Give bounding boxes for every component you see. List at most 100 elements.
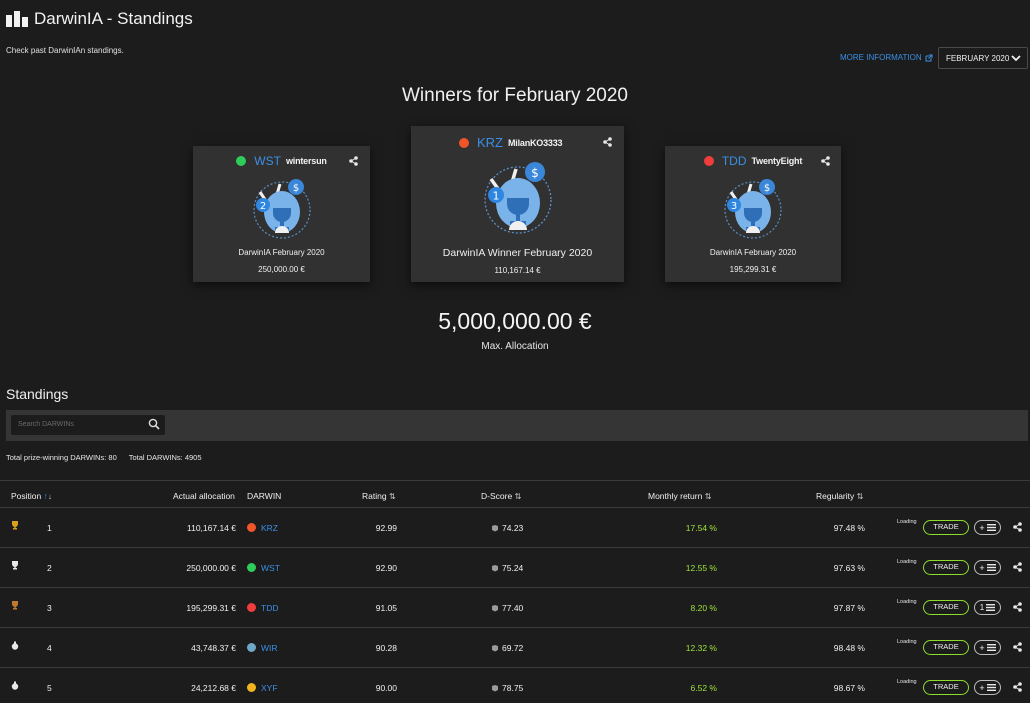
winner-card-1[interactable]: KRZ MilanKO3333 $ 1 DarwinIA Winner Febr… bbox=[411, 126, 624, 282]
search-input[interactable]: Search DARWINs bbox=[11, 415, 165, 435]
share-icon[interactable] bbox=[821, 156, 830, 166]
actual-allocation: 250,000.00 € bbox=[186, 563, 236, 573]
regularity: 97.63 % bbox=[833, 563, 865, 573]
trade-button[interactable]: TRADE bbox=[923, 600, 969, 615]
actual-allocation: 110,167.14 € bbox=[187, 523, 236, 533]
darwin[interactable]: WST bbox=[247, 563, 280, 573]
monthly-return: 8.20 % bbox=[690, 603, 717, 613]
share-icon[interactable] bbox=[349, 156, 358, 166]
position: 3 bbox=[47, 603, 52, 613]
share-icon[interactable] bbox=[603, 137, 612, 147]
search-toolbar: Search DARWINs bbox=[6, 410, 1028, 441]
col-regularity[interactable]: Regularity ⇅ bbox=[816, 491, 863, 501]
position: 5 bbox=[47, 683, 52, 693]
card-amount: 195,299.31 € bbox=[729, 265, 777, 274]
add-to-list-button[interactable]: 1 bbox=[974, 600, 1001, 615]
rating: 90.28 bbox=[375, 643, 397, 653]
rating: 90.00 bbox=[375, 683, 397, 693]
status-dot bbox=[459, 137, 469, 148]
svg-text:1: 1 bbox=[492, 190, 499, 203]
regularity: 98.67 % bbox=[833, 683, 865, 693]
share-icon[interactable] bbox=[1013, 642, 1022, 652]
winner-card-3[interactable]: TDD TwentyEight $ 3 DarwinIA February 20… bbox=[665, 146, 841, 282]
trade-button[interactable]: TRADE bbox=[923, 560, 969, 575]
dscore-icon bbox=[492, 685, 498, 692]
gold-trophy-icon bbox=[11, 521, 19, 532]
standings-title: Standings bbox=[6, 386, 69, 402]
total-darwins: Total DARWINs: 4905 bbox=[128, 453, 202, 462]
dscore: 77.40 bbox=[491, 603, 523, 613]
table-row: 2 250,000.00 € WST 92.90 75.24 12.55 % 9… bbox=[0, 548, 1030, 588]
status-dot bbox=[247, 603, 256, 612]
search-icon[interactable] bbox=[148, 418, 160, 430]
col-rating[interactable]: Rating ⇅ bbox=[362, 491, 396, 501]
share-icon[interactable] bbox=[1013, 682, 1022, 692]
actual-allocation: 43,748.37 € bbox=[191, 643, 236, 653]
col-monthly-return[interactable]: Monthly return ⇅ bbox=[648, 491, 711, 501]
month-select[interactable]: FEBRUARY 2020 bbox=[938, 47, 1028, 69]
status-dot bbox=[703, 156, 714, 166]
regularity: 98.48 % bbox=[833, 643, 865, 653]
table-row: 4 43,748.37 € WIR 90.28 69.72 12.32 % 98… bbox=[0, 628, 1030, 668]
status-dot bbox=[247, 523, 256, 532]
card-header: KRZ MilanKO3333 bbox=[411, 135, 624, 150]
monthly-return: 6.52 % bbox=[690, 683, 717, 693]
add-to-list-button[interactable]: + bbox=[974, 640, 1001, 655]
table-row: 3 195,299.31 € TDD 91.05 77.40 8.20 % 97… bbox=[0, 588, 1030, 628]
bronze-trophy-icon bbox=[11, 601, 19, 612]
darwin[interactable]: XYF bbox=[247, 683, 278, 693]
darwin[interactable]: KRZ bbox=[247, 523, 278, 533]
darwin[interactable]: WIR bbox=[247, 643, 278, 653]
username: TwentyEight bbox=[751, 156, 803, 166]
monthly-return: 17.54 % bbox=[685, 523, 717, 533]
regularity: 97.87 % bbox=[833, 603, 865, 613]
max-allocation-value: 5,000,000.00 € bbox=[438, 308, 592, 334]
dscore: 69.72 bbox=[491, 643, 523, 653]
rating: 92.90 bbox=[375, 563, 397, 573]
max-allocation-label: Max. Allocation bbox=[481, 341, 549, 352]
card-name: DarwinIA February 2020 bbox=[238, 248, 325, 257]
monthly-return: 12.32 % bbox=[685, 643, 717, 653]
share-icon[interactable] bbox=[1013, 602, 1022, 612]
list-icon bbox=[986, 564, 996, 571]
status-dot bbox=[247, 643, 256, 652]
card-amount: 110,167.14 € bbox=[494, 266, 541, 275]
share-icon[interactable] bbox=[1013, 562, 1022, 572]
table-row: 5 24,212.68 € XYF 90.00 78.75 6.52 % 98.… bbox=[0, 668, 1030, 703]
darwin-ticker[interactable]: KRZ bbox=[477, 135, 503, 150]
dscore: 75.24 bbox=[491, 563, 523, 573]
more-information-link[interactable]: MORE INFORMATION bbox=[840, 53, 933, 62]
loading-label: Loading bbox=[897, 519, 917, 525]
loading-label: Loading bbox=[897, 559, 917, 565]
winner-card-2[interactable]: WST wintersun $ 2 DarwinIA February 2020… bbox=[193, 146, 370, 282]
svg-text:$: $ bbox=[764, 183, 770, 194]
col-actual-allocation: Actual allocation bbox=[173, 491, 235, 501]
share-icon[interactable] bbox=[1013, 522, 1022, 532]
add-to-list-button[interactable]: + bbox=[974, 680, 1001, 695]
page-title: DarwinIA - Standings bbox=[34, 9, 193, 28]
loading-label: Loading bbox=[897, 679, 917, 685]
position: 4 bbox=[47, 643, 52, 653]
actual-allocation: 24,212.68 € bbox=[191, 683, 236, 693]
username: MilanKO3333 bbox=[508, 137, 563, 148]
darwin[interactable]: TDD bbox=[247, 603, 278, 613]
svg-text:$: $ bbox=[531, 166, 539, 180]
card-header: TDD TwentyEight bbox=[665, 154, 841, 168]
trade-button[interactable]: TRADE bbox=[923, 640, 969, 655]
svg-text:$: $ bbox=[292, 183, 298, 194]
totals: Total prize-winning DARWINs: 80 Total DA… bbox=[6, 453, 212, 462]
trade-button[interactable]: TRADE bbox=[923, 520, 969, 535]
add-to-list-button[interactable]: + bbox=[974, 560, 1001, 575]
darwin-ticker[interactable]: WST bbox=[254, 154, 281, 168]
add-to-list-button[interactable]: + bbox=[974, 520, 1001, 535]
trade-button[interactable]: TRADE bbox=[923, 680, 969, 695]
card-name: DarwinIA Winner February 2020 bbox=[442, 247, 593, 259]
dscore-icon bbox=[492, 605, 498, 612]
silver-trophy-icon bbox=[11, 561, 19, 572]
status-dot bbox=[247, 563, 256, 572]
loading-label: Loading bbox=[897, 599, 917, 605]
col-dscore[interactable]: D-Score ⇅ bbox=[481, 491, 521, 501]
col-position[interactable]: Position ↑↓ bbox=[11, 491, 52, 501]
darwin-ticker[interactable]: TDD bbox=[722, 154, 747, 168]
list-icon bbox=[986, 604, 996, 611]
